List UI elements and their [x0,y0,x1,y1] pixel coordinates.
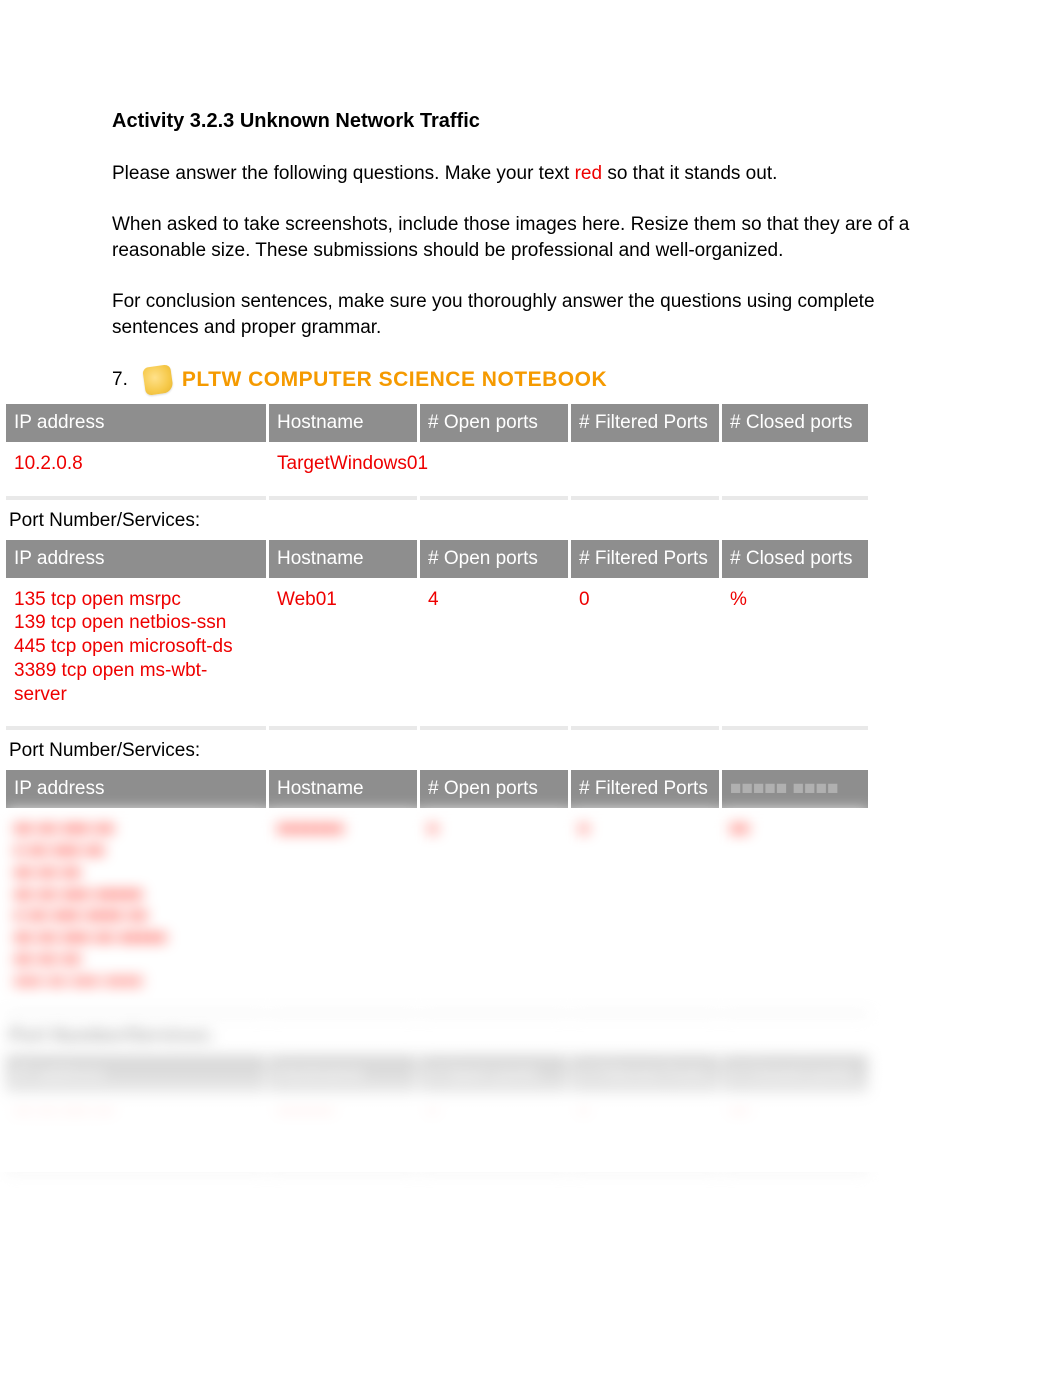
col-open-ports: # Open ports [420,1056,568,1096]
col-open-ports: # Open ports [420,540,568,580]
cell-filtered [571,444,719,500]
cell-open: 4 [420,580,568,731]
col-open-ports: # Open ports [420,770,568,810]
cell-closed-blurred: ■■ [722,810,868,1016]
port-services-label: Port Number/Services: [3,500,853,540]
cell-filtered: 0 [571,580,719,731]
scan-table-3: IP address Hostname # Open ports # Filte… [3,770,853,810]
table-header-row: IP address Hostname # Open ports # Filte… [6,404,868,444]
col-ip: IP address [6,540,266,580]
col-open-ports: # Open ports [420,404,568,444]
col-closed-ports-blurred: ■■■■■ ■■■■ [722,770,868,810]
cell-ip: 10.2.0.8 [6,444,266,500]
col-filtered-ports: # Filtered Ports [571,1056,719,1096]
cell-open [420,444,568,500]
cell-hostname: TargetWindows01 [269,444,417,500]
cell-open-blurred: ■ [420,810,568,1016]
col-ip: IP address [6,1056,266,1096]
col-filtered-ports: # Filtered Ports [571,540,719,580]
notebook-heading-row: 7. PLTW COMPUTER SCIENCE NOTEBOOK [112,366,950,394]
cell-closed [722,444,868,500]
cell-filtered-blurred: ■ [571,810,719,1016]
intro-paragraph-1: Please answer the following questions. M… [112,161,950,188]
col-filtered-ports: # Filtered Ports [571,404,719,444]
notebook-title: PLTW COMPUTER SCIENCE NOTEBOOK [182,368,607,392]
cell-open-blurred: ■ [420,1096,568,1172]
col-hostname: Hostname [269,404,417,444]
scan-table-1: IP address Hostname # Open ports # Filte… [3,404,853,540]
cell-hostname-blurred: ■■■■■■■ [269,810,417,1016]
col-hostname: Hostname [269,770,417,810]
col-closed-ports: # Closed ports [722,540,868,580]
col-closed-ports: # Closed ports [722,404,868,444]
col-hostname: Hostname [269,540,417,580]
activity-title: Activity 3.2.3 Unknown Network Traffic [112,110,950,133]
scan-table-4-blurred: IP address Hostname # Open ports # Filte… [3,1056,853,1172]
cell-ip-blurred: ■■ ■■ ■■■ ■■ ■ ■■ ■■■ ■■ ■■ ■■ ■■ ■■ ■■ … [6,810,266,1016]
intro-paragraph-3: For conclusion sentences, make sure you … [112,289,950,342]
col-ip: IP address [6,770,266,810]
col-closed-ports: # Closed ports [722,1056,868,1096]
col-hostname: Hostname [269,1056,417,1096]
intro-p1-red: red [575,163,602,184]
sticky-note-icon [142,364,174,396]
port-services-label: Port Number/Services: [3,730,853,770]
cell-hostname: Web01 [269,580,417,731]
table-row: 135 tcp open msrpc 139 tcp open netbios-… [6,580,868,731]
table-row: ■■ ■■ ■■■ ■■ ■ ■■ ■■■ ■■ ■■■■■■ ■ ■ ■■ [6,1096,868,1172]
cell-ip-blurred: ■■ ■■ ■■■ ■■ ■ ■■ ■■■ ■■ [6,1096,266,1172]
scan-table-2: IP address Hostname # Open ports # Filte… [3,540,853,771]
intro-p1a: Please answer the following questions. M… [112,163,575,184]
intro-paragraph-2: When asked to take screenshots, include … [112,212,950,265]
table-row: 10.2.0.8 TargetWindows01 [6,444,868,500]
table-row: ■■ ■■ ■■■ ■■ ■ ■■ ■■■ ■■ ■■ ■■ ■■ ■■ ■■ … [6,810,868,1016]
intro-p1b: so that it stands out. [602,163,777,184]
cell-filtered-blurred: ■ [571,1096,719,1172]
cell-closed-blurred: ■■ [722,1096,868,1172]
cell-closed: % [722,580,868,731]
cell-ip: 135 tcp open msrpc 139 tcp open netbios-… [6,580,266,731]
cell-hostname-blurred: ■■■■■■ [269,1096,417,1172]
table-header-row: IP address Hostname # Open ports # Filte… [6,770,868,810]
col-filtered-ports: # Filtered Ports [571,770,719,810]
table-header-row: IP address Hostname # Open ports # Filte… [6,1056,868,1096]
blurred-preview-region: ■■ ■■ ■■■ ■■ ■ ■■ ■■■ ■■ ■■ ■■ ■■ ■■ ■■ … [0,810,1062,1172]
list-number: 7. [112,369,128,391]
col-ip: IP address [6,404,266,444]
table-header-row: IP address Hostname # Open ports # Filte… [6,540,868,580]
port-services-label-blurred: Port Number/Services: [3,1016,853,1056]
